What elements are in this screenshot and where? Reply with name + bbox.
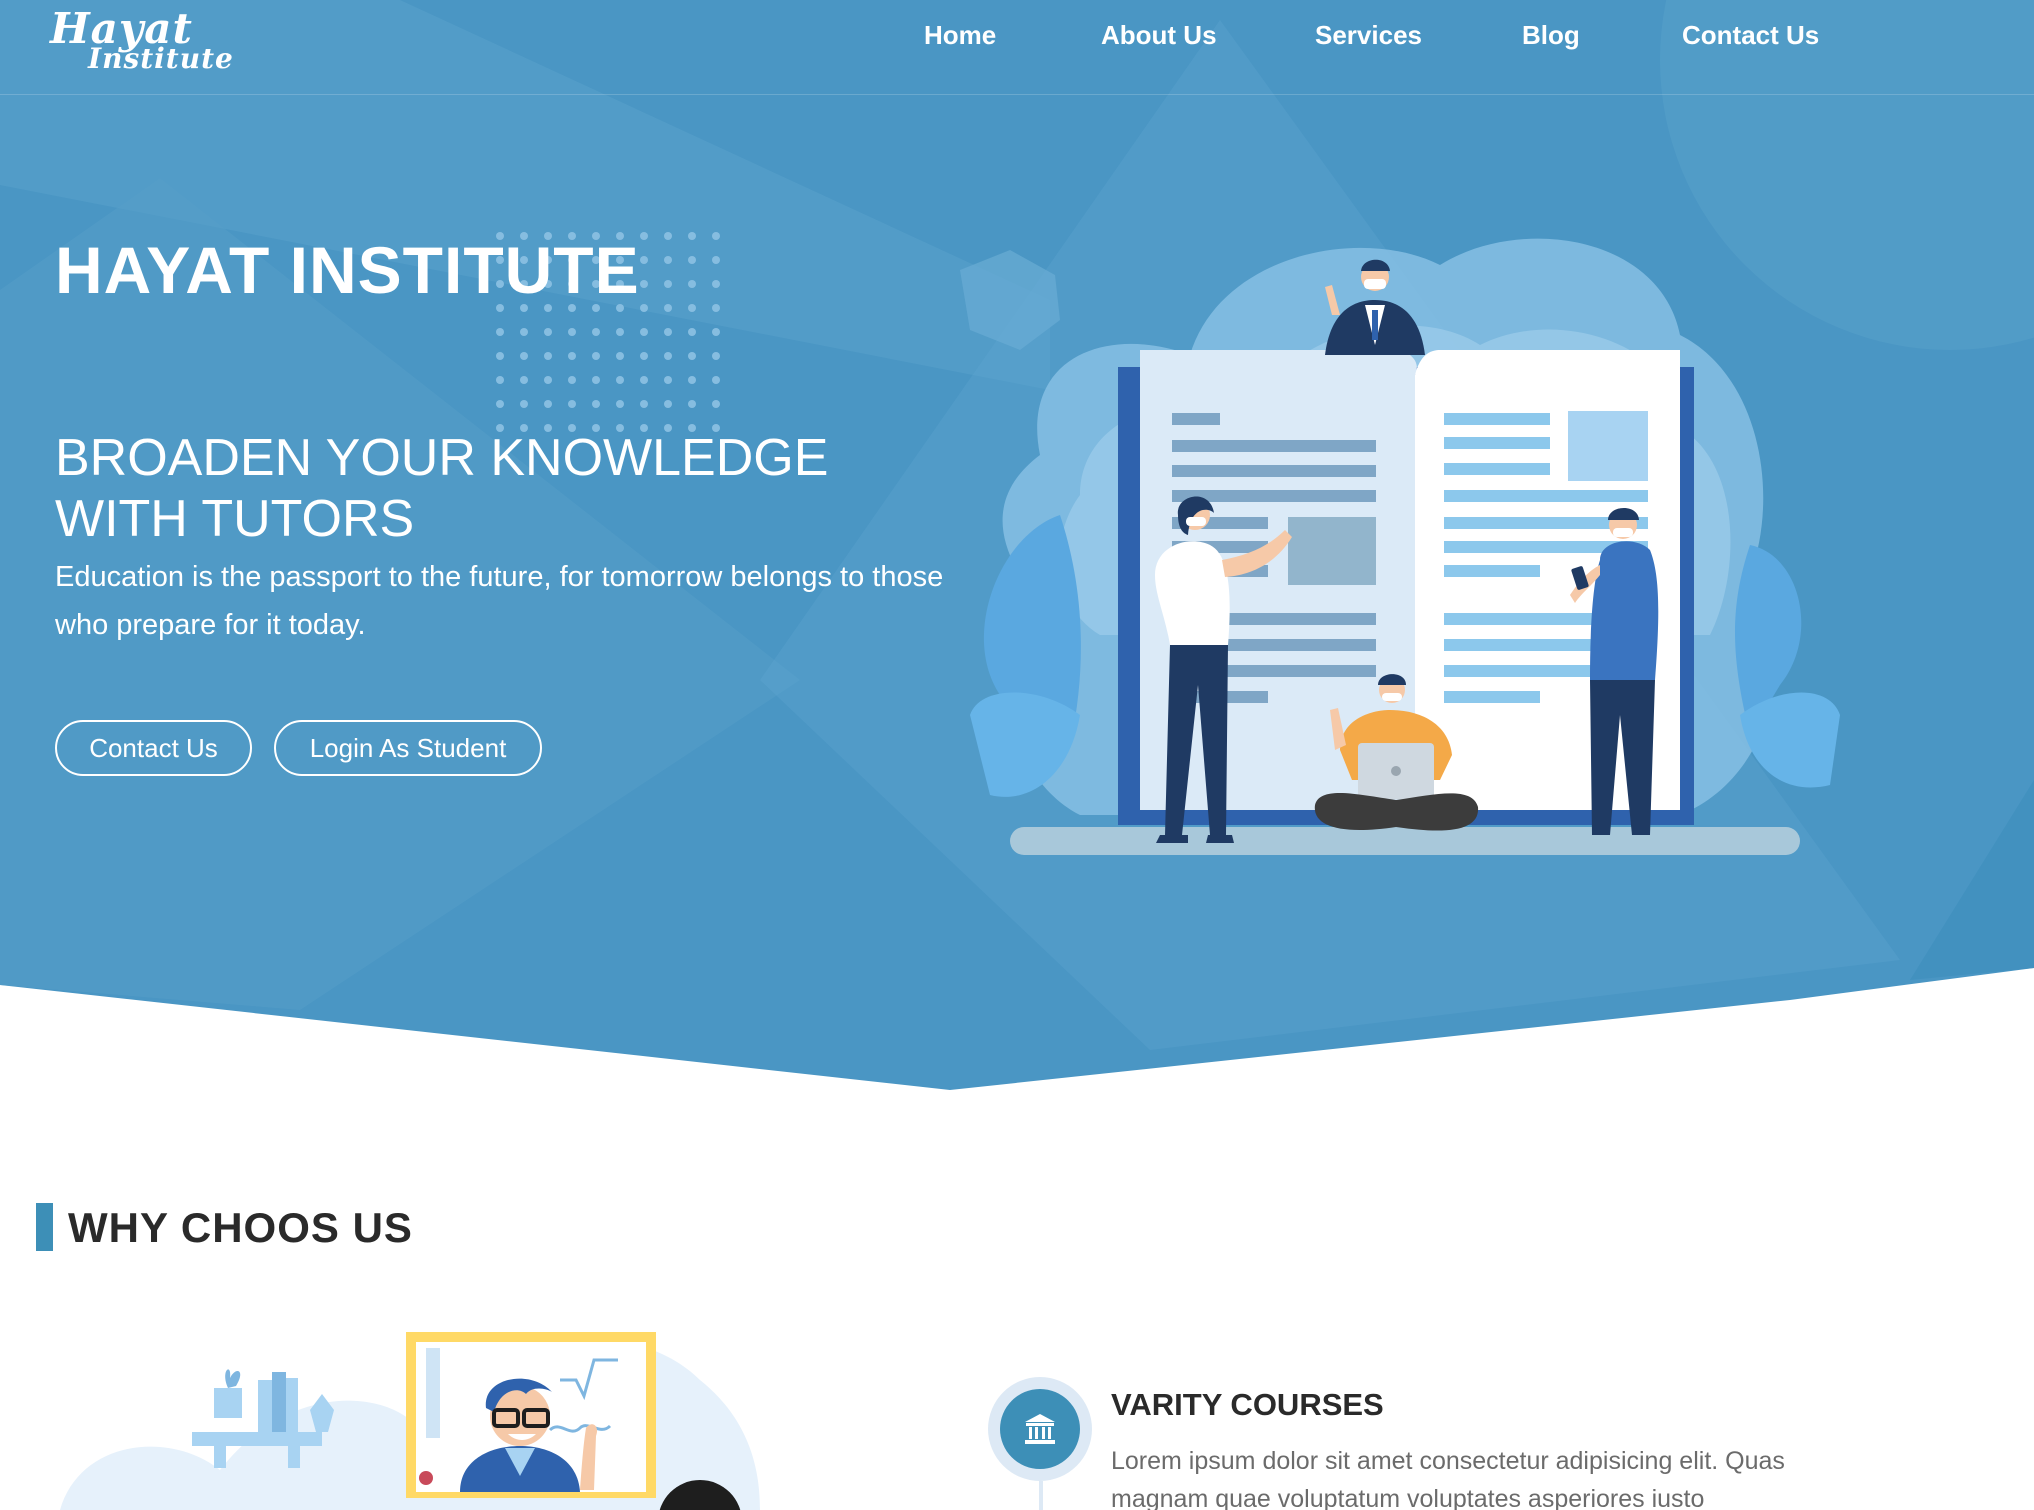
hero-illustration-book-tutors — [970, 238, 1840, 855]
nav-services[interactable]: Services — [1315, 20, 1422, 51]
hero-title: HAYAT INSTITUTE — [55, 233, 640, 307]
feature-connector-line — [1039, 1481, 1043, 1510]
nav-home[interactable]: Home — [924, 20, 996, 51]
logo-sub-text: Institute — [88, 42, 234, 75]
nav-about-us[interactable]: About Us — [1101, 20, 1217, 51]
bank-icon-glyph — [1025, 1414, 1055, 1444]
navbar: Hayat Institute Home About Us Services B… — [0, 0, 2034, 95]
nav-blog[interactable]: Blog — [1522, 20, 1580, 51]
tutor-online-illustration — [60, 1332, 760, 1510]
bank-icon — [988, 1377, 1092, 1481]
hero-quote: Education is the passport to the future,… — [55, 561, 944, 641]
nav-contact-us[interactable]: Contact Us — [1682, 20, 1819, 51]
hero-tagline: BROADEN YOUR KNOWLEDGE WITH TUTORS — [55, 428, 955, 550]
login-as-student-button[interactable]: Login As Student — [274, 720, 542, 776]
feature-description: Lorem ipsum dolor sit amet consectetur a… — [1111, 1447, 1785, 1510]
section-title-accent-bar — [36, 1203, 53, 1251]
hero-tagline-line2: WITH TUTORS — [55, 490, 415, 548]
site-logo[interactable]: Hayat Institute — [50, 4, 250, 75]
hero-tagline-line1: BROADEN YOUR KNOWLEDGE — [55, 429, 829, 487]
contact-us-button[interactable]: Contact Us — [55, 720, 252, 776]
bank-icon-circle — [1000, 1389, 1080, 1469]
feature-title: VARITY COURSES — [1111, 1387, 1384, 1422]
why-choose-us-title: WHY CHOOS US — [68, 1204, 413, 1251]
hero-section: Hayat Institute Home About Us Services B… — [0, 0, 2034, 1090]
